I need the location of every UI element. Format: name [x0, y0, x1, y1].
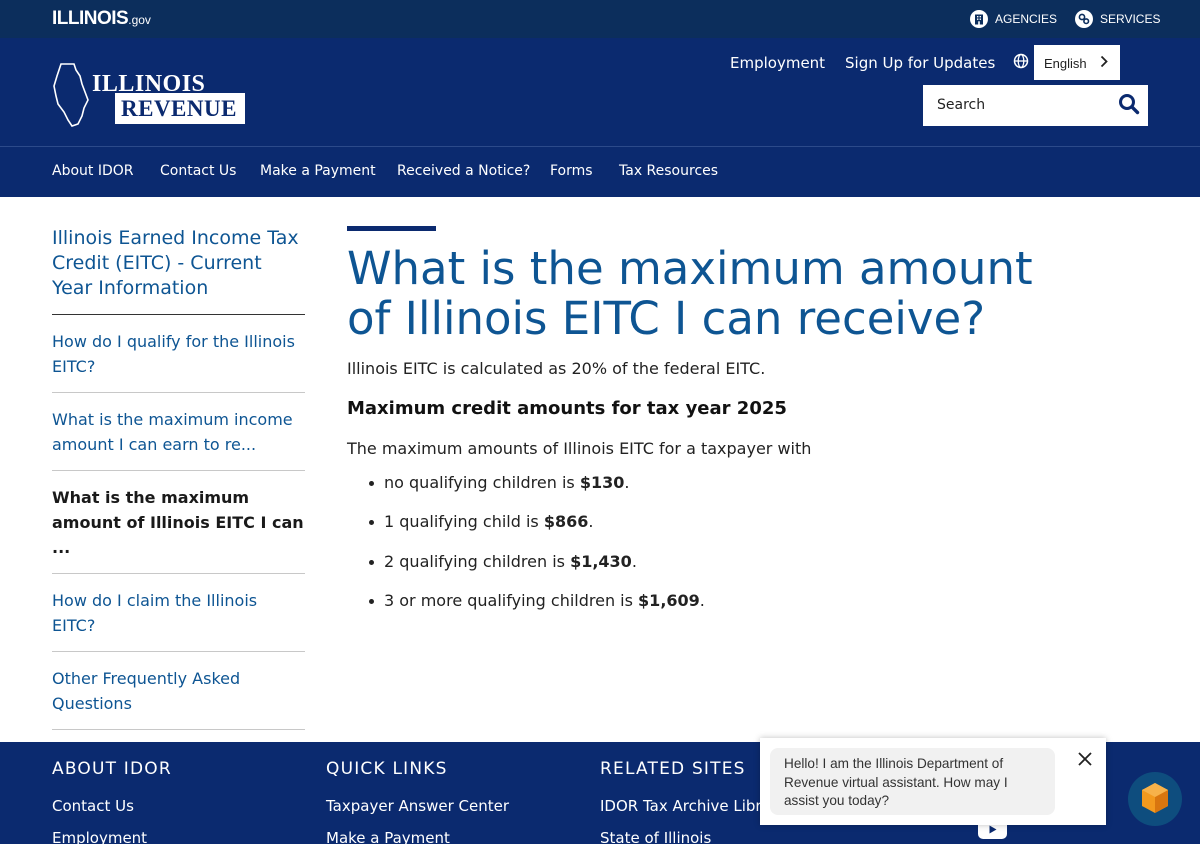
list-item-text: 2 qualifying children is: [384, 551, 571, 571]
list-item-text: 1 qualifying child is: [384, 512, 544, 532]
sidebar-item-claim[interactable]: How do I claim the Illinois EITC?: [52, 574, 305, 652]
list-item: no qualifying children is $130.: [369, 472, 1047, 494]
sidebar-item-qualify[interactable]: How do I qualify for the Illinois EITC?: [52, 315, 305, 393]
close-icon[interactable]: [1076, 750, 1094, 772]
list-item: 2 qualifying children is $1,430.: [369, 551, 1047, 573]
logo-line2: REVENUE: [121, 96, 237, 121]
illinois-revenue-logo[interactable]: ILLINOIS REVENUE: [52, 62, 247, 128]
list-item-amount: $1,609: [638, 591, 700, 611]
agencies-label: AGENCIES: [995, 12, 1058, 26]
list-item-end: .: [631, 551, 637, 571]
main-content: What is the maximum amount of Illinois E…: [347, 226, 1047, 630]
nav-tax-resources[interactable]: Tax Resources: [619, 163, 718, 179]
credit-amount-list: no qualifying children is $130. 1 qualif…: [347, 472, 1047, 612]
footer-link-make-a-payment[interactable]: Make a Payment: [326, 829, 509, 844]
search-icon[interactable]: [1118, 93, 1140, 119]
list-item-amount: $1,430: [570, 551, 632, 571]
list-item-end: .: [624, 473, 630, 492]
page-title: What is the maximum amount of Illinois E…: [347, 242, 1033, 345]
list-intro: The maximum amounts of Illinois EITC for…: [347, 439, 812, 458]
credit-amounts-heading: Maximum credit amounts for tax year 2025: [347, 398, 787, 419]
site-header: ILLINOIS REVENUE Employment Sign Up for …: [0, 38, 1200, 146]
footer-heading-related-sites: RELATED SITES: [600, 759, 746, 779]
footer-link-tax-archive[interactable]: IDOR Tax Archive Library: [600, 797, 786, 815]
footer-link-taxpayer-answer-center[interactable]: Taxpayer Answer Center: [326, 797, 509, 815]
list-item-end: .: [699, 591, 705, 611]
list-item-text: 3 or more qualifying children is: [384, 591, 639, 611]
list-item: 3 or more qualifying children is $1,609.: [369, 590, 1047, 612]
agencies-link[interactable]: AGENCIES: [970, 10, 1057, 28]
nav-about-idor[interactable]: About IDOR: [52, 163, 134, 179]
globe-icon: [1013, 53, 1029, 73]
top-utility-bar: ILLINOIS.gov AGENCIES SERVICES: [0, 0, 1200, 38]
chat-message: Hello! I am the Illinois Department of R…: [770, 748, 1055, 815]
footer-column-about: ABOUT IDOR Contact Us Employment: [52, 759, 172, 844]
footer-heading-quick-links: QUICK LINKS: [326, 759, 448, 779]
list-item: 1 qualifying child is $866.: [369, 511, 1047, 533]
nav-contact-us[interactable]: Contact Us: [160, 163, 236, 179]
list-item-end: .: [588, 512, 594, 532]
chevron-right-icon: [1100, 55, 1108, 71]
list-item-text: no qualifying children is: [384, 473, 580, 492]
language-selector[interactable]: English: [1034, 45, 1120, 80]
list-item-amount: $866: [543, 512, 589, 532]
sidebar-navigation: Illinois Earned Income Tax Credit (EITC)…: [52, 226, 305, 730]
sidebar-item-max-income[interactable]: What is the maximum income amount I can …: [52, 393, 305, 471]
nav-received-a-notice[interactable]: Received a Notice?: [397, 163, 530, 179]
search-input[interactable]: [923, 85, 1107, 124]
sidebar-item-faq[interactable]: Other Frequently Asked Questions: [52, 652, 305, 730]
building-icon: [970, 10, 988, 28]
title-accent-bar: [347, 226, 436, 231]
chat-launcher-button[interactable]: [1128, 772, 1182, 826]
main-navigation: About IDOR Contact Us Make a Payment Rec…: [0, 146, 1200, 197]
sign-up-updates-link[interactable]: Sign Up for Updates: [845, 54, 995, 72]
list-item-amount: $130: [579, 473, 625, 492]
employment-link[interactable]: Employment: [730, 54, 825, 72]
services-link[interactable]: SERVICES: [1075, 10, 1160, 28]
footer-link-employment[interactable]: Employment: [52, 829, 172, 844]
illinois-gov-logo-text: ILLINOIS: [52, 8, 129, 29]
footer-heading-about: ABOUT IDOR: [52, 759, 172, 779]
footer-link-contact-us[interactable]: Contact Us: [52, 797, 172, 815]
illinois-gov-logo[interactable]: ILLINOIS.gov: [52, 8, 151, 30]
nav-make-a-payment[interactable]: Make a Payment: [260, 163, 376, 179]
footer-link-state-of-illinois[interactable]: State of Illinois: [600, 829, 786, 844]
footer-column-quick-links: QUICK LINKS Taxpayer Answer Center Make …: [326, 759, 509, 844]
gears-icon: [1075, 10, 1093, 28]
chat-cube-icon: [1142, 783, 1168, 813]
nav-forms[interactable]: Forms: [550, 163, 593, 179]
sidebar-item-max-amount[interactable]: What is the maximum amount of Illinois E…: [52, 471, 305, 574]
services-label: SERVICES: [1100, 12, 1161, 26]
intro-paragraph: Illinois EITC is calculated as 20% of th…: [347, 359, 766, 378]
sidebar-title-link[interactable]: Illinois Earned Income Tax Credit (EITC)…: [52, 226, 305, 315]
language-label: English: [1044, 56, 1087, 71]
illinois-gov-logo-suffix: .gov: [128, 13, 151, 27]
footer-column-related-sites: RELATED SITES IDOR Tax Archive Library S…: [600, 759, 786, 844]
search-box: [923, 85, 1148, 126]
chat-popup: Hello! I am the Illinois Department of R…: [760, 738, 1106, 825]
